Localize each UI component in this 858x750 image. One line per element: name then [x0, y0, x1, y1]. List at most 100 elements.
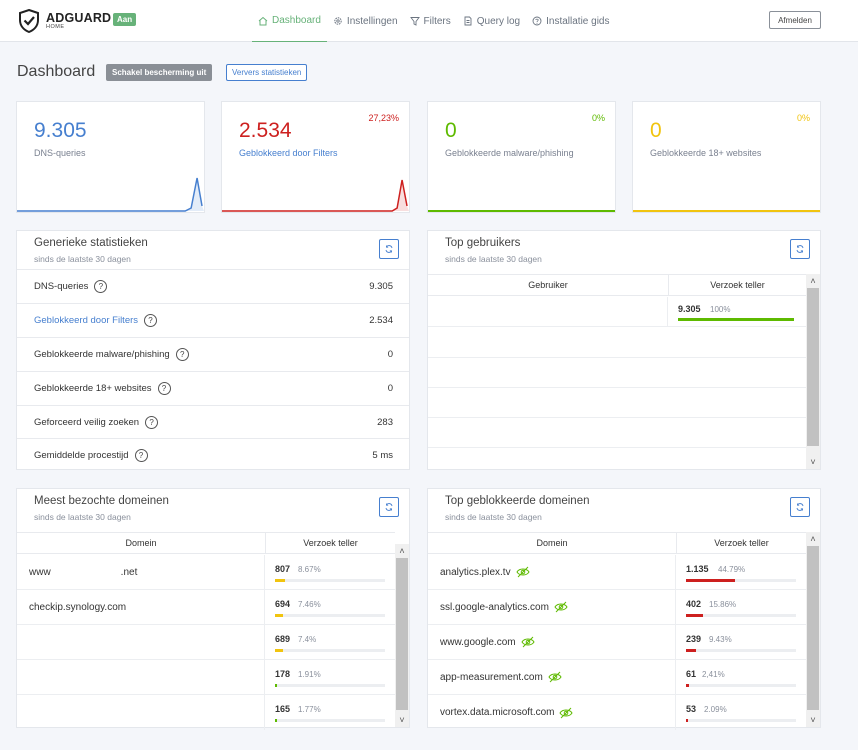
- unblock-eye-icon[interactable]: [548, 671, 562, 683]
- nav-query-log-label: Query log: [476, 15, 521, 27]
- unblock-eye-icon[interactable]: [521, 636, 535, 648]
- reload-button[interactable]: [379, 239, 399, 259]
- sparkline-chart: [17, 177, 204, 212]
- count-bar: [686, 719, 796, 722]
- count-bar: [686, 684, 796, 687]
- card-title: Meest bezochte domeinen: [34, 495, 169, 507]
- column-header-count[interactable]: Verzoek teller: [265, 533, 395, 553]
- scroll-thumb[interactable]: [807, 288, 819, 446]
- help-icon[interactable]: ?: [157, 382, 171, 395]
- unblock-eye-icon[interactable]: [554, 601, 568, 613]
- stat-row-value: 0: [387, 349, 393, 360]
- nav-settings[interactable]: Instellingen: [327, 0, 404, 42]
- count-value: 61: [686, 669, 697, 679]
- stat-percentage: 0%: [796, 113, 810, 123]
- nav-setup-guide-label: Installatie gids: [546, 15, 610, 27]
- domain-name[interactable]: analytics.plex.tv: [428, 555, 676, 589]
- scrollbar[interactable]: ˄ ˅: [806, 532, 820, 727]
- nav-filters[interactable]: Filters: [404, 0, 457, 42]
- count-cell: 61 2,41%: [676, 660, 806, 694]
- disable-protection-button[interactable]: Schakel bescherming uit: [106, 64, 213, 81]
- domain-name[interactable]: [17, 695, 265, 730]
- help-icon[interactable]: ?: [134, 449, 148, 462]
- domain-name[interactable]: [17, 660, 265, 694]
- adguard-logo[interactable]: ADGUARD HOME: [18, 9, 111, 33]
- count-bar-fill: [686, 684, 689, 687]
- count-bar-fill: [686, 649, 697, 652]
- scroll-down-arrow[interactable]: ˅: [806, 713, 820, 727]
- scroll-thumb[interactable]: [807, 546, 819, 710]
- unblock-eye-icon[interactable]: [516, 566, 530, 578]
- domain-name-part: www: [29, 566, 51, 578]
- count-percent: 8.67%: [298, 565, 321, 574]
- count-cell: 694 7.46%: [265, 590, 395, 624]
- document-icon: [464, 16, 472, 26]
- table-row: 9.305 100%: [428, 297, 806, 327]
- scroll-thumb[interactable]: [396, 558, 408, 710]
- domain-name[interactable]: www.google.com: [428, 625, 676, 659]
- nav-query-log[interactable]: Query log: [457, 0, 526, 42]
- count-bar: [275, 719, 385, 722]
- column-header-count[interactable]: Verzoek teller: [668, 275, 806, 295]
- count-bar: [678, 318, 794, 321]
- stat-row: Gemiddelde procestijd? 5 ms: [17, 438, 409, 472]
- column-header-domain[interactable]: Domein: [428, 533, 676, 553]
- stat-row-value: 283: [377, 417, 393, 428]
- stat-label[interactable]: Geblokkeerd door Filters: [239, 148, 338, 158]
- column-header-client[interactable]: Gebruiker: [428, 275, 668, 295]
- domain-name[interactable]: [17, 625, 265, 659]
- unblock-eye-icon[interactable]: [559, 707, 574, 719]
- count-cell: 1.135 44.79%: [676, 555, 806, 589]
- top-header: ADGUARD HOME Aan Dashboard Instellingen …: [0, 0, 858, 42]
- scrollbar[interactable]: ˄ ˅: [395, 544, 409, 727]
- scroll-up-arrow[interactable]: ˄: [806, 274, 820, 288]
- scroll-up-arrow[interactable]: ˄: [806, 532, 820, 546]
- count-percent: 1.91%: [298, 670, 321, 679]
- nav-dashboard[interactable]: Dashboard: [252, 0, 327, 42]
- brand-subname: HOME: [46, 24, 65, 30]
- home-icon: [258, 16, 268, 25]
- reload-button[interactable]: [790, 497, 810, 517]
- card-title: Generieke statistieken: [34, 237, 148, 249]
- scroll-down-arrow[interactable]: ˅: [395, 713, 409, 727]
- blocked-domain-label: analytics.plex.tv: [440, 566, 511, 578]
- refresh-icon: [385, 503, 393, 511]
- signout-button[interactable]: Afmelden: [769, 11, 821, 29]
- count-percent: 7.46%: [298, 600, 321, 609]
- reload-button[interactable]: [379, 497, 399, 517]
- table-row: 178 1.91%: [17, 660, 395, 695]
- nav-setup-guide[interactable]: Installatie gids: [526, 0, 615, 42]
- scroll-down-arrow[interactable]: ˅: [806, 455, 820, 469]
- domain-name[interactable]: vortex.data.microsoft.com: [428, 695, 676, 730]
- blocked-domain-label: ssl.google-analytics.com: [440, 601, 549, 613]
- scrollbar[interactable]: ˄ ˅: [806, 274, 820, 469]
- protection-status-badge: Aan: [113, 13, 137, 26]
- sparkline-chart: [633, 210, 820, 212]
- help-icon[interactable]: ?: [94, 280, 108, 293]
- scroll-up-arrow[interactable]: ˄: [395, 544, 409, 558]
- table-row: ssl.google-analytics.com 402 15.86%: [428, 590, 806, 625]
- stat-value: 0: [445, 119, 457, 142]
- domain-name[interactable]: app-measurement.com: [428, 660, 676, 694]
- stat-label: Geblokkeerde malware/phishing: [445, 148, 574, 158]
- stat-row-value: 0: [387, 383, 393, 394]
- stat-row-link[interactable]: Geblokkeerd door Filters: [34, 315, 138, 326]
- card-title: Top geblokkeerde domeinen: [445, 495, 590, 507]
- help-icon[interactable]: ?: [175, 348, 189, 361]
- domain-name[interactable]: www .net: [17, 555, 265, 589]
- blocked-domain-label: app-measurement.com: [440, 671, 543, 683]
- refresh-stats-button[interactable]: Ververs statistieken: [226, 64, 308, 81]
- card-subtitle: sinds de laatste 30 dagen: [34, 254, 131, 264]
- stat-card-blocked-filters: 2.534 Geblokkeerd door Filters 27,23%: [221, 101, 410, 213]
- column-header-domain[interactable]: Domein: [17, 533, 265, 553]
- help-icon[interactable]: ?: [145, 416, 159, 429]
- domain-name[interactable]: checkip.synology.com: [17, 590, 265, 624]
- count-percent: 2,41%: [702, 670, 725, 679]
- column-header-count[interactable]: Verzoek teller: [676, 533, 806, 553]
- domain-name[interactable]: ssl.google-analytics.com: [428, 590, 676, 624]
- help-icon[interactable]: ?: [144, 314, 158, 327]
- reload-button[interactable]: [790, 239, 810, 259]
- count-bar: [275, 579, 385, 582]
- stat-value: 2.534: [239, 119, 292, 142]
- nav-filters-label: Filters: [423, 15, 451, 27]
